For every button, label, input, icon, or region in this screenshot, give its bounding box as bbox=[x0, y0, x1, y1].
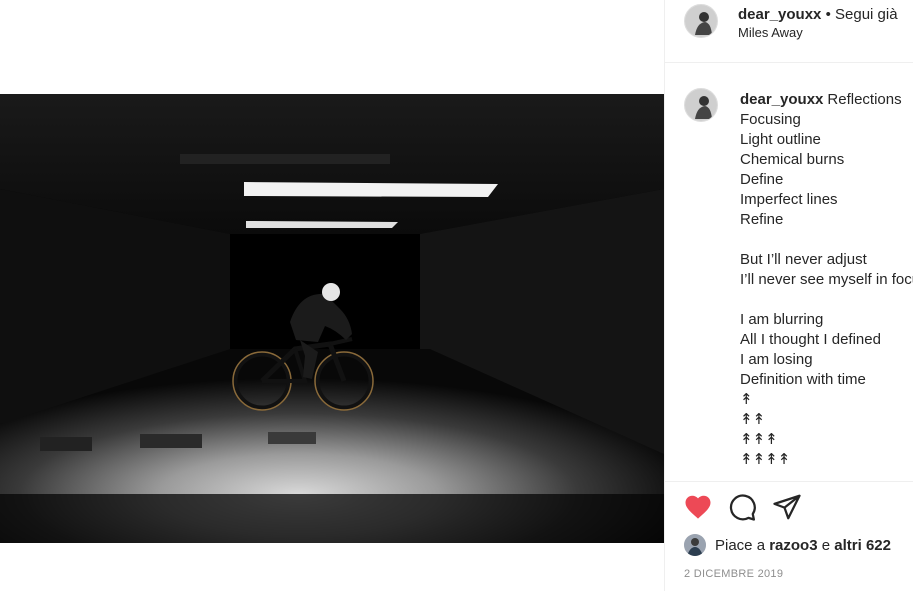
post-location[interactable]: Miles Away bbox=[738, 25, 803, 40]
author-avatar[interactable] bbox=[684, 4, 718, 38]
heart-filled-icon[interactable] bbox=[683, 492, 713, 522]
likes-others-link[interactable]: altri 622 bbox=[834, 537, 891, 554]
post-photo[interactable] bbox=[0, 94, 664, 543]
photo-image bbox=[0, 94, 664, 543]
header-user-line: dear_youxx • Segui già bbox=[738, 6, 898, 23]
post-actions: Piace a razoo3 e altri 622 2 DICEMBRE 20… bbox=[665, 482, 913, 591]
caption-avatar[interactable] bbox=[684, 88, 718, 122]
post-date[interactable]: 2 DICEMBRE 2019 bbox=[684, 568, 783, 580]
post-caption: dear_youxx Reflections Focusing Light out… bbox=[740, 90, 913, 470]
comment-icon[interactable] bbox=[727, 492, 757, 522]
caption-username[interactable]: dear_youxx bbox=[740, 91, 823, 108]
author-username[interactable]: dear_youxx bbox=[738, 6, 821, 23]
likes-text: Piace a razoo3 e altri 622 bbox=[715, 537, 891, 554]
caption-text: Reflections Focusing Light outline Chemi… bbox=[740, 91, 913, 468]
follow-button[interactable]: Segui già bbox=[835, 6, 898, 23]
avatar-image bbox=[685, 5, 717, 37]
likes-prefix: Piace a bbox=[715, 536, 766, 554]
post-sidebar: dear_youxx • Segui già Miles Away dear_y… bbox=[664, 0, 913, 591]
post-header: dear_youxx • Segui già Miles Away bbox=[665, 0, 913, 63]
photo-pane bbox=[0, 0, 664, 591]
avatar-image bbox=[684, 534, 706, 556]
liker-username[interactable]: razoo3 bbox=[769, 537, 817, 554]
comments-section[interactable]: dear_youxx Reflections Focusing Light out… bbox=[665, 63, 913, 482]
liker-avatar[interactable] bbox=[684, 534, 706, 556]
avatar-image bbox=[685, 89, 717, 121]
likes-middle: e bbox=[821, 536, 831, 554]
share-icon[interactable] bbox=[772, 492, 802, 522]
likes-row: Piace a razoo3 e altri 622 bbox=[684, 533, 891, 557]
separator-dot: • bbox=[825, 6, 831, 23]
